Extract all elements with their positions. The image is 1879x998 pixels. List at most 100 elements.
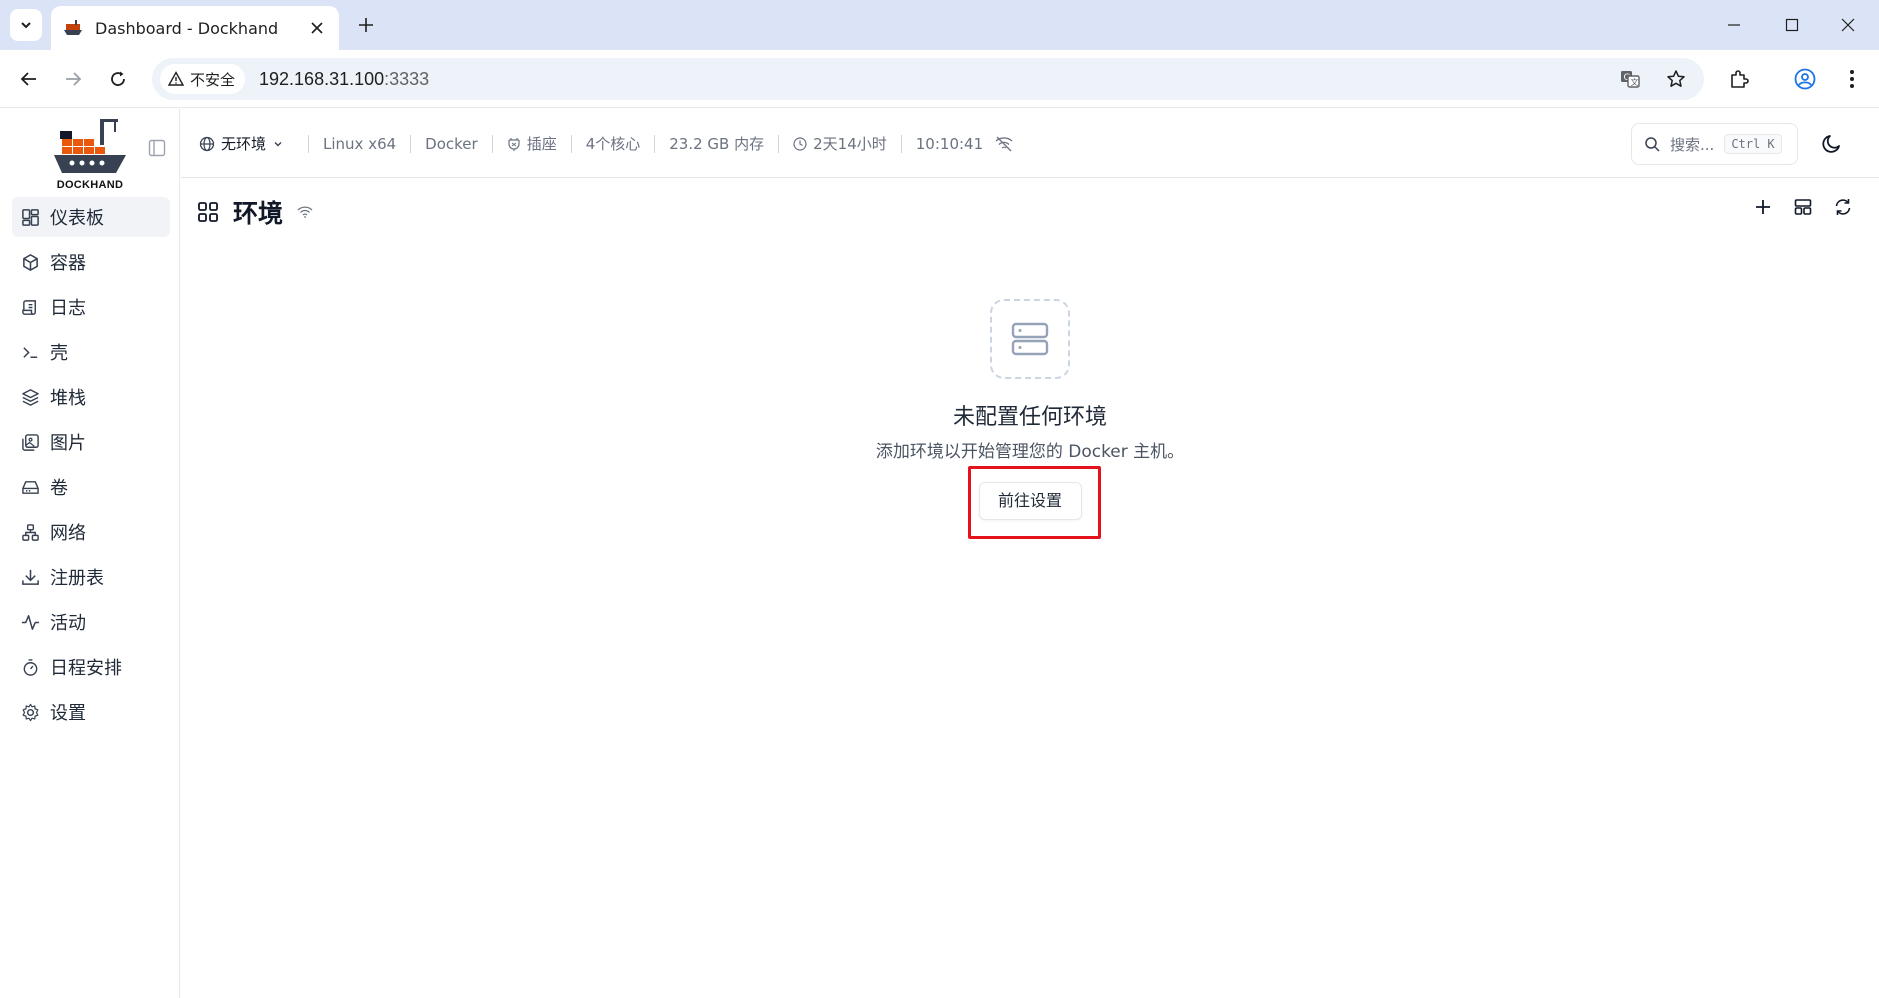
moon-icon xyxy=(1822,135,1840,153)
sidebar-item-label: 注册表 xyxy=(50,568,104,589)
timer-icon xyxy=(23,658,38,676)
sidebar-item-volumes[interactable]: 卷 xyxy=(12,467,170,507)
sidebar: DOCKHAND 仪表板 容器 日志 壳 堆栈 图片 卷 网络 注册表 活动 日… xyxy=(0,109,180,998)
chevron-down-icon xyxy=(21,22,31,29)
sidebar-item-registries[interactable]: 注册表 xyxy=(12,557,170,597)
grid-icon xyxy=(198,202,218,222)
plug-icon xyxy=(508,137,520,151)
url-port: :3333 xyxy=(384,68,430,89)
security-chip[interactable]: 不安全 xyxy=(160,64,246,94)
address-bar[interactable]: 不安全 192.168.31.100:3333 G文 xyxy=(152,58,1704,100)
dockhand-favicon-icon xyxy=(64,20,82,35)
uptime-label: 2天14小时 xyxy=(813,135,887,153)
wifi-icon xyxy=(297,206,313,218)
sidebar-item-images[interactable]: 图片 xyxy=(12,422,170,462)
engine-label: Docker xyxy=(425,134,478,153)
maximize-button[interactable] xyxy=(1764,0,1820,50)
minimize-button[interactable] xyxy=(1706,0,1762,50)
reload-icon xyxy=(111,71,125,86)
cores-label: 4个核心 xyxy=(585,135,641,153)
more-vertical-icon xyxy=(1850,70,1854,88)
search-shortcut: Ctrl K xyxy=(1724,134,1782,154)
time-info: 10:10:41 xyxy=(916,135,1013,153)
search-input[interactable]: 搜索... Ctrl K xyxy=(1631,123,1798,165)
translate-button[interactable]: G文 xyxy=(1614,63,1646,95)
terminal-icon xyxy=(23,346,38,358)
refresh-button[interactable] xyxy=(1832,196,1854,218)
plus-icon xyxy=(1756,200,1770,214)
close-icon[interactable] xyxy=(307,18,327,38)
search-placeholder: 搜索... xyxy=(1670,135,1715,154)
gear-icon xyxy=(22,703,39,721)
go-to-settings-button[interactable]: 前往设置 xyxy=(978,482,1082,520)
memory-info: 23.2 GB 内存 xyxy=(669,133,764,154)
browser-tab[interactable]: Dashboard - Dockhand xyxy=(51,6,339,50)
sidebar-item-label: 堆栈 xyxy=(50,388,86,409)
connection-label: 插座 xyxy=(526,135,557,153)
bookmark-button[interactable] xyxy=(1660,63,1692,95)
arrow-left-icon xyxy=(20,72,36,86)
tab-title: Dashboard - Dockhand xyxy=(95,18,279,38)
plus-icon xyxy=(359,18,373,32)
dashboard-icon xyxy=(22,208,39,226)
sidebar-item-containers[interactable]: 容器 xyxy=(12,242,170,282)
sidebar-item-shell[interactable]: 壳 xyxy=(12,332,170,372)
empty-state-title: 未配置任何环境 xyxy=(952,405,1107,430)
browser-menu-button[interactable] xyxy=(1836,63,1868,95)
forward-button[interactable] xyxy=(57,63,89,95)
maximize-icon xyxy=(1785,18,1799,32)
divider xyxy=(900,134,902,153)
window-close-button[interactable] xyxy=(1820,0,1876,50)
time-label: 10:10:41 xyxy=(915,134,984,153)
empty-state-icon-frame xyxy=(990,299,1070,379)
sidebar-item-activity[interactable]: 活动 xyxy=(12,602,170,642)
sidebar-item-label: 设置 xyxy=(50,703,86,724)
app-root: DOCKHAND 仪表板 容器 日志 壳 堆栈 图片 卷 网络 注册表 活动 日… xyxy=(0,109,1879,998)
ship-logo-icon xyxy=(54,119,126,173)
warning-icon xyxy=(168,71,184,86)
dockhand-logo[interactable]: DOCKHAND xyxy=(50,117,130,193)
sidebar-item-networks[interactable]: 网络 xyxy=(12,512,170,552)
hard-drive-icon xyxy=(22,480,39,494)
theme-toggle-button[interactable] xyxy=(1821,133,1843,155)
logo-text: DOCKHAND xyxy=(56,179,124,191)
sidebar-item-schedules[interactable]: 日程安排 xyxy=(12,647,170,687)
sidebar-item-label: 日志 xyxy=(50,298,86,319)
sidebar-nav: 仪表板 容器 日志 壳 堆栈 图片 卷 网络 注册表 活动 日程安排 设置 xyxy=(12,197,170,737)
svg-text:文: 文 xyxy=(1631,77,1639,87)
profile-button[interactable] xyxy=(1789,63,1821,95)
star-icon xyxy=(1667,70,1685,87)
divider xyxy=(654,134,656,153)
server-icon xyxy=(1011,322,1049,356)
extensions-button[interactable] xyxy=(1723,63,1755,95)
reload-button[interactable] xyxy=(102,63,134,95)
translate-icon: G文 xyxy=(1621,71,1640,88)
app-header: 无环境 Linux x64 Docker 插座 4个核心 23.2 GB 内存 xyxy=(181,109,1879,178)
url-text: 192.168.31.100:3333 xyxy=(259,69,429,90)
sidebar-item-settings[interactable]: 设置 xyxy=(12,692,170,732)
os-info: Linux x64 xyxy=(323,135,396,153)
sidebar-item-label: 网络 xyxy=(50,523,86,544)
sidebar-item-label: 仪表板 xyxy=(50,208,104,229)
sidebar-item-stacks[interactable]: 堆栈 xyxy=(12,377,170,417)
empty-state: 未配置任何环境 添加环境以开始管理您的 Docker 主机。 前往设置 xyxy=(830,299,1230,520)
close-icon xyxy=(1841,18,1855,32)
add-environment-button[interactable] xyxy=(1752,196,1774,218)
divider xyxy=(491,134,493,153)
memory-label: 23.2 GB 内存 xyxy=(669,135,765,153)
tab-search-button[interactable] xyxy=(10,9,42,41)
sidebar-collapse-button[interactable] xyxy=(148,139,166,157)
search-icon xyxy=(1645,137,1660,152)
layout-button[interactable] xyxy=(1792,196,1814,218)
profile-icon xyxy=(1794,68,1816,90)
page-title: 环境 xyxy=(233,199,284,228)
new-tab-button[interactable] xyxy=(352,11,380,39)
sidebar-item-logs[interactable]: 日志 xyxy=(12,287,170,327)
images-icon xyxy=(22,433,39,451)
back-button[interactable] xyxy=(13,63,45,95)
sidebar-item-dashboard[interactable]: 仪表板 xyxy=(12,197,170,237)
environment-selector[interactable]: 无环境 xyxy=(199,133,284,154)
divider xyxy=(778,134,780,153)
sidebar-item-label: 容器 xyxy=(50,253,86,274)
layers-icon xyxy=(22,388,39,406)
